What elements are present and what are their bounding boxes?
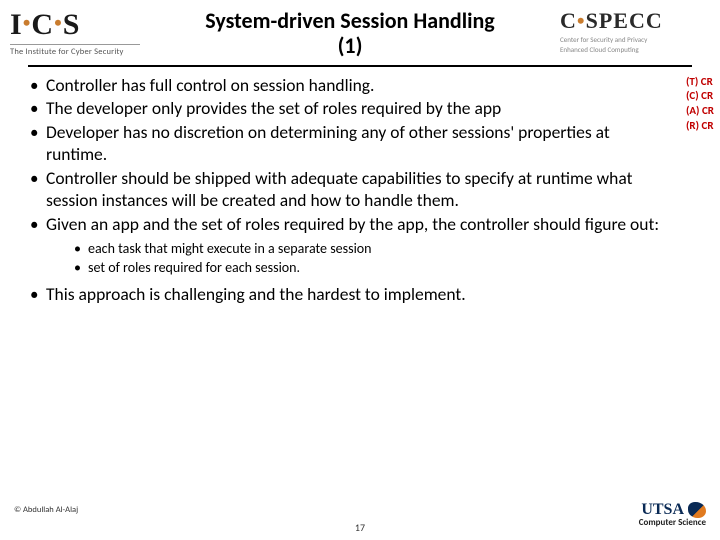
- utsa-subtitle: Computer Science: [639, 517, 706, 528]
- sub-bullet-item: set of roles required for each session.: [74, 259, 668, 278]
- bullet-item: Controller should be shipped with adequa…: [28, 168, 668, 212]
- bullet-item: The developer only provides the set of r…: [28, 98, 668, 120]
- dot-icon: •: [54, 10, 63, 35]
- bullet-item: Given an app and the set of roles requir…: [28, 214, 668, 278]
- cspecc-sub2: Enhanced Cloud Computing: [560, 46, 710, 54]
- bullet-list: Controller has full control on session h…: [28, 75, 696, 306]
- annotation-t: (T) CR: [686, 75, 714, 90]
- ics-logo: I•C•S: [10, 8, 140, 42]
- bullet-item: This approach is challenging and the har…: [28, 284, 668, 306]
- bullet-item: Developer has no discretion on determini…: [28, 122, 668, 166]
- annotation-c: (C) CR: [686, 89, 714, 104]
- sub-bullet-item: each task that might execute in a separa…: [74, 240, 668, 259]
- sub-bullet-list: each task that might execute in a separa…: [74, 240, 668, 278]
- ics-logo-block: I•C•S The Institute for Cyber Security: [10, 6, 140, 57]
- cspecc-logo-block: C•SPECC Center for Security and Privacy …: [560, 6, 710, 54]
- ics-subtitle: The Institute for Cyber Security: [10, 44, 140, 57]
- header-divider: [28, 65, 692, 67]
- ics-letter-c: C: [31, 8, 54, 41]
- bullet-item: Controller has full control on session h…: [28, 75, 668, 97]
- annotation-a: (A) CR: [686, 104, 714, 119]
- margin-annotations: (T) CR (C) CR (A) CR (R) CR: [686, 75, 714, 134]
- slide-title-line2: (1): [140, 33, 560, 58]
- page-number: 17: [14, 521, 706, 534]
- slide-title-line1: System-driven Session Handling: [140, 8, 560, 33]
- content-area: (T) CR (C) CR (A) CR (R) CR Controller h…: [0, 75, 720, 306]
- cspecc-rest: SPECC: [586, 8, 663, 33]
- footer: © Abdullah Al-Alaj 17 UTSA Computer Scie…: [0, 505, 720, 534]
- copyright: © Abdullah Al-Alaj: [14, 505, 706, 515]
- header: I•C•S The Institute for Cyber Security S…: [0, 0, 720, 59]
- utsa-block: UTSA Computer Science: [639, 500, 706, 528]
- cspecc-logo: C•SPECC: [560, 8, 710, 34]
- cspecc-sub1: Center for Security and Privacy: [560, 36, 710, 44]
- title-block: System-driven Session Handling (1): [140, 6, 560, 59]
- annotation-r: (R) CR: [686, 119, 714, 134]
- cspecc-c: C: [560, 8, 577, 33]
- ics-letter-i: I: [10, 8, 23, 41]
- roadrunner-icon: [688, 502, 706, 518]
- bullet-text: Given an app and the set of roles requir…: [46, 213, 659, 235]
- ics-letter-s: S: [63, 8, 81, 41]
- dot-icon: •: [577, 8, 586, 33]
